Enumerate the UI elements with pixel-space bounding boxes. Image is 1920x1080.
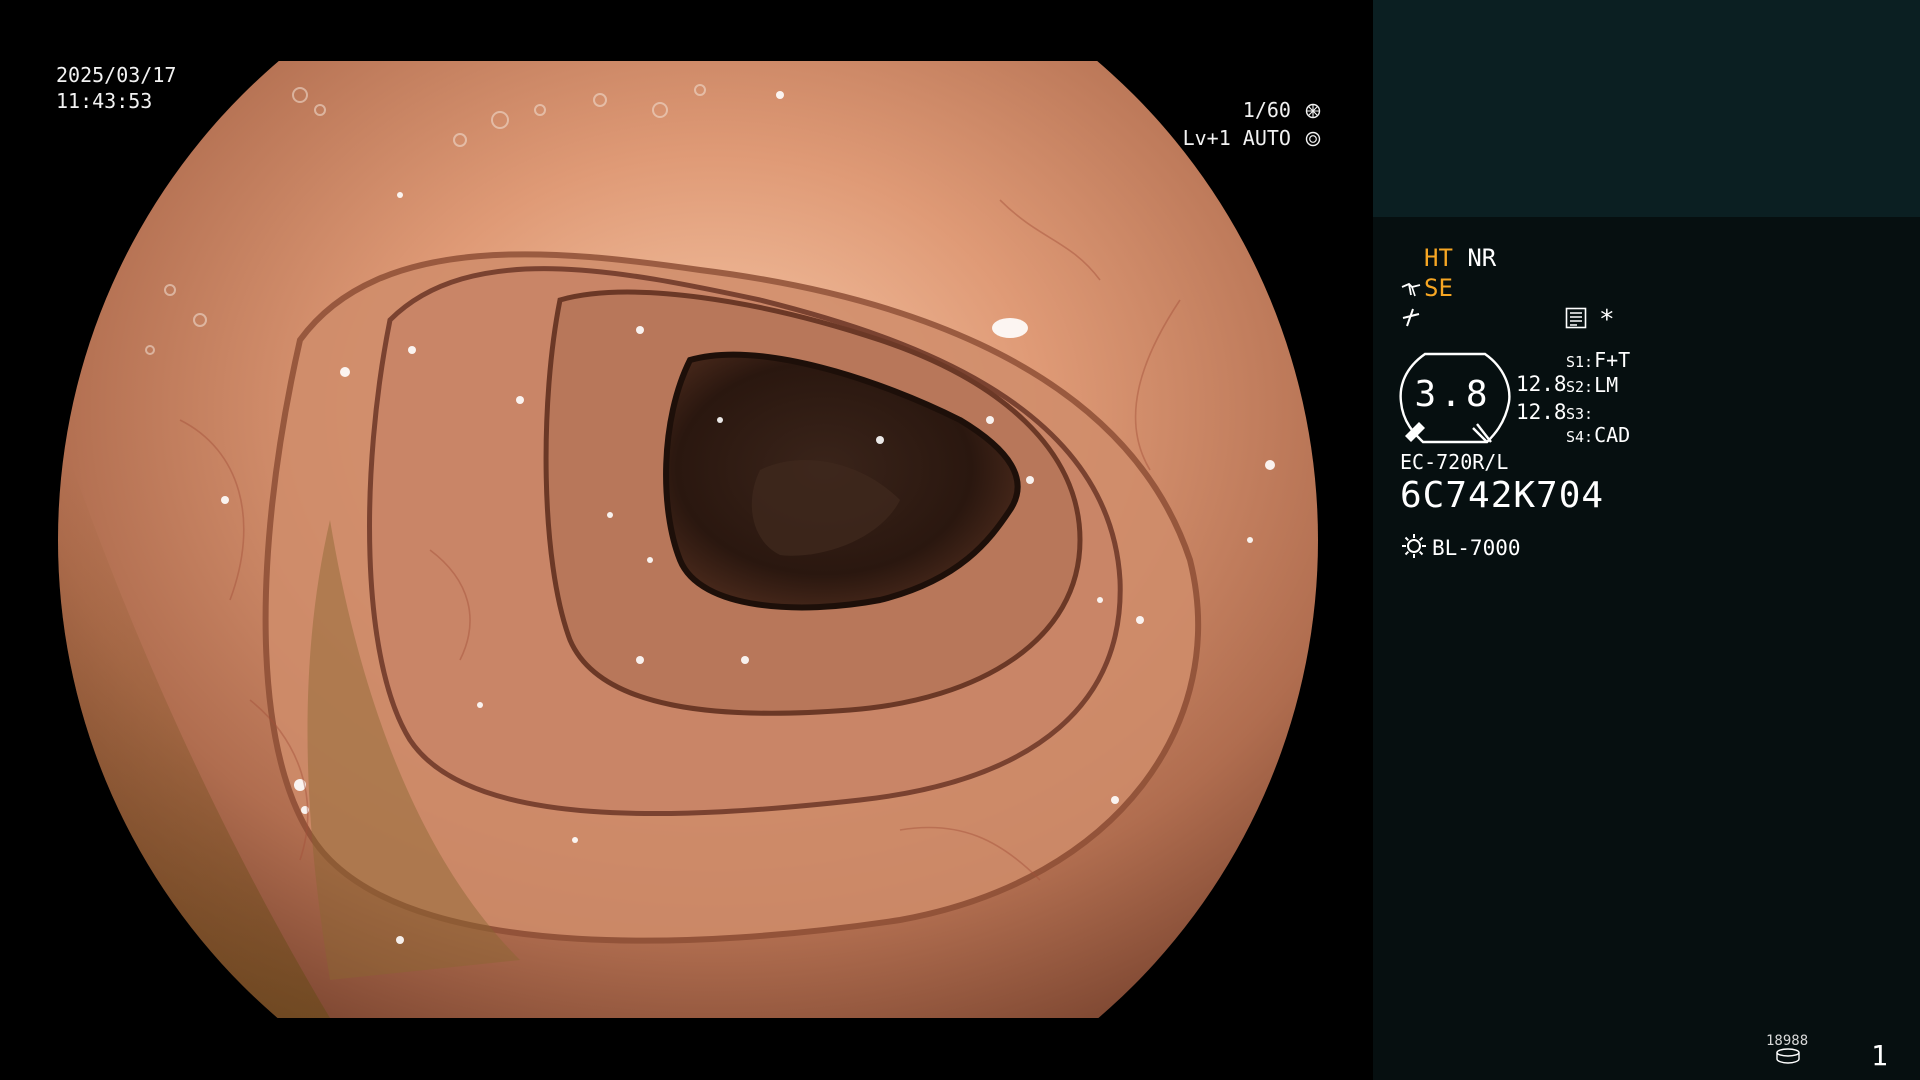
switch-key: S1: xyxy=(1566,353,1594,371)
endoscopic-image xyxy=(58,61,1318,1018)
memo-list-icon xyxy=(1565,307,1587,329)
wave-hand-icon xyxy=(1401,282,1421,297)
thumbnail-area xyxy=(1373,0,1920,217)
image-count: 1 xyxy=(1871,1039,1888,1072)
scope-serial: 6C742K704 xyxy=(1400,475,1605,516)
date-text: 2025/03/17 xyxy=(56,63,177,87)
mode-row-sym xyxy=(1400,306,1422,334)
date-time: 2025/03/17 11:43:53 xyxy=(56,62,176,114)
se-label: SE xyxy=(1424,274,1453,302)
gauge-reading: 12.8 xyxy=(1516,400,1567,424)
mode-row-se: SE xyxy=(1400,274,1453,302)
ht-label: HT xyxy=(1424,244,1453,272)
aperture-icon xyxy=(1305,103,1321,119)
nr-label: NR xyxy=(1467,244,1497,272)
shutter-readout: 1/60 xyxy=(1243,97,1321,123)
switch-row-s2: S2:LM xyxy=(1566,373,1618,399)
scope-model: EC-720R/L xyxy=(1400,450,1509,474)
level-text: Lv+1 AUTO xyxy=(1182,126,1291,150)
switch-row-s1: S1:F+T xyxy=(1566,348,1630,374)
info-panel: HT NR SE * 3.8 12.8 12.8 S1:F+T S2:LM S3… xyxy=(1373,0,1920,1080)
switch-value: LM xyxy=(1594,373,1619,397)
switch-key: S3: xyxy=(1566,405,1594,423)
shutter-text: 1/60 xyxy=(1242,98,1291,122)
level-readout: Lv+1 AUTO xyxy=(1183,125,1321,151)
sun-icon xyxy=(1402,534,1426,558)
counter-label: 18988 xyxy=(1766,1033,1809,1049)
disk-icon xyxy=(1776,1048,1800,1064)
mode-row-ht: HT NR xyxy=(1424,244,1496,272)
gauge-reading: 12.8 xyxy=(1516,372,1567,396)
switch-value: CAD xyxy=(1594,423,1631,447)
gauge-value: 3.8 xyxy=(1414,374,1492,415)
endoscope-viewport: 2025/03/17 11:43:53 1/60 Lv+1 AUTO xyxy=(0,0,1373,1080)
switch-row-s4: S4:CAD xyxy=(1566,423,1630,449)
slash-icon xyxy=(1402,308,1420,327)
iris-icon xyxy=(1305,131,1321,147)
time-text: 11:43:53 xyxy=(56,89,153,113)
light-source-row: BL-7000 xyxy=(1400,532,1521,562)
switch-key: S4: xyxy=(1566,428,1594,446)
asterisk-mark: * xyxy=(1599,305,1615,335)
switch-key: S2: xyxy=(1566,378,1594,396)
switch-value: F+T xyxy=(1594,348,1631,372)
light-source-text: BL-7000 xyxy=(1432,536,1521,560)
